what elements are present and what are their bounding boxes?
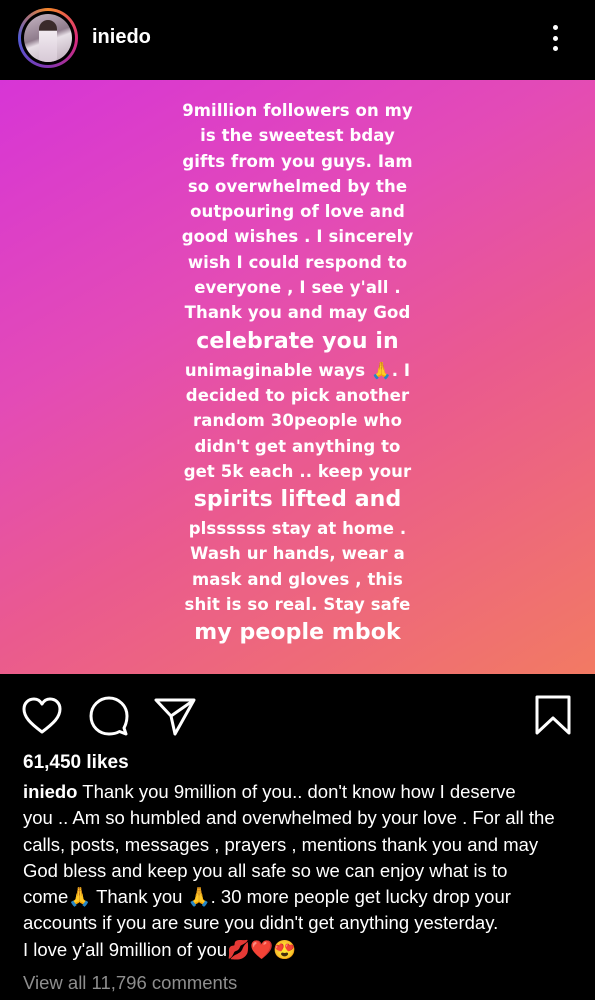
caption-line: you .. Am so humbled and overwhelmed by … [23,807,555,829]
story-line: shit is so real. Stay safe [184,595,411,615]
more-dot [552,46,558,51]
avatar-border [21,11,75,65]
avatar-figure [39,20,57,62]
caption-line: accounts if you are sure you didn't get … [23,912,499,934]
story-line: outpouring of love and [190,202,405,222]
more-dot [552,35,558,41]
story-line: everyone , I see y'all . [194,278,401,298]
story-line: unimaginable ways 🙏. I [184,360,411,380]
post-header: iniedo [0,0,595,80]
caption-line: come🙏 Thank you 🙏. 30 more people get lu… [23,886,511,908]
avatar[interactable] [18,8,78,68]
story-line: is the sweetest bday [200,126,395,146]
caption-line: calls, posts, messages , prayers , menti… [23,833,539,855]
story-line: spirits lifted and [193,487,402,513]
story-line: Wash ur hands, wear a [190,544,405,564]
story-line: gifts from you guys. Iam [182,151,413,171]
heart-outline-icon[interactable] [20,694,64,738]
story-line: decided to pick another [185,385,410,405]
story-line: celebrate you in [196,328,399,354]
caption-line: iniedo Thank you 9million of you.. don't… [23,779,583,805]
story-line: good wishes . I sincerely [181,227,414,247]
view-all-comments-link[interactable]: View all 11,796 comments [23,972,237,994]
story-line: so overwhelmed by the [187,176,408,196]
avatar-image [24,14,72,62]
story-line: random 30people who [192,411,403,431]
username[interactable]: iniedo [92,26,151,49]
story-line: wish I could respond to [187,252,408,272]
caption-line: I love y'all 9million of you💋❤️😍 [23,938,297,960]
paper-plane-icon[interactable] [153,694,197,738]
story-line: plssssss stay at home . [188,519,407,539]
story-line: 9million followers on my [182,101,413,120]
post-image[interactable]: 9million followers on my is the sweetest… [0,80,595,674]
story-text: 9million followers on my is the sweetest… [120,98,475,649]
caption-line: God bless and keep you all safe so we ca… [23,859,508,881]
likes-count[interactable]: 61,450 likes [23,752,129,774]
story-line: my people mbok [194,620,401,646]
story-line: mask and gloves , this [192,569,403,589]
bookmark-icon[interactable] [531,694,575,738]
caption-username[interactable]: iniedo [23,781,77,802]
story-line: didn't get anything to [194,436,401,456]
comment-bubble-icon[interactable] [87,694,131,738]
more-dot [552,25,558,30]
story-line: get 5k each .. keep your [183,461,412,481]
caption-text: Thank you 9million of you.. don't know h… [82,781,516,802]
post-caption: iniedo Thank you 9million of you.. don't… [23,779,583,963]
story-line: Thank you and may God [184,303,411,323]
more-options-icon[interactable] [543,22,567,54]
action-bar [0,674,595,754]
